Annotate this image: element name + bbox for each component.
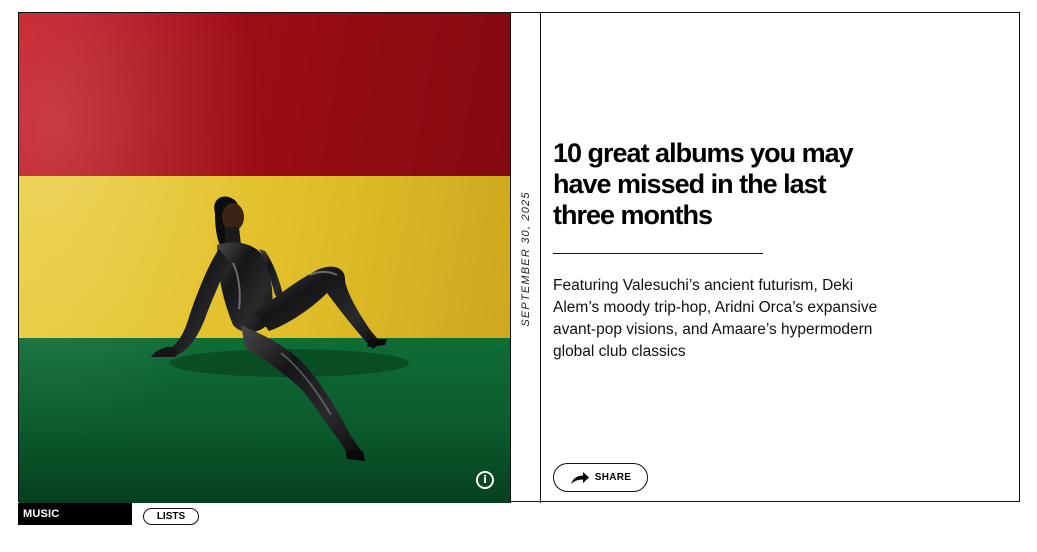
category-tag-lists[interactable]: LISTS (143, 508, 199, 525)
article-dek: Featuring Valesuchi’s ancient futurism, … (553, 277, 878, 360)
article-content: 10 great albums you may have missed in t… (553, 13, 1013, 503)
date-column: SEPTEMBER 30, 2025 (511, 13, 541, 503)
share-button[interactable]: SHARE (553, 463, 648, 492)
share-arrow-icon (570, 471, 589, 484)
category-tag-music[interactable]: MUSIC (18, 503, 132, 525)
publish-date: SEPTEMBER 30, 2025 (520, 191, 532, 327)
article-card[interactable]: i SEPTEMBER 30, 2025 10 great albums you… (18, 12, 1020, 503)
article-headline[interactable]: 10 great albums you may have missed in t… (553, 138, 873, 231)
hero-image[interactable]: i (19, 13, 511, 503)
seated-figure (151, 196, 409, 461)
share-label: SHARE (594, 472, 632, 483)
headline-divider (553, 253, 763, 254)
info-icon[interactable]: i (476, 471, 494, 489)
